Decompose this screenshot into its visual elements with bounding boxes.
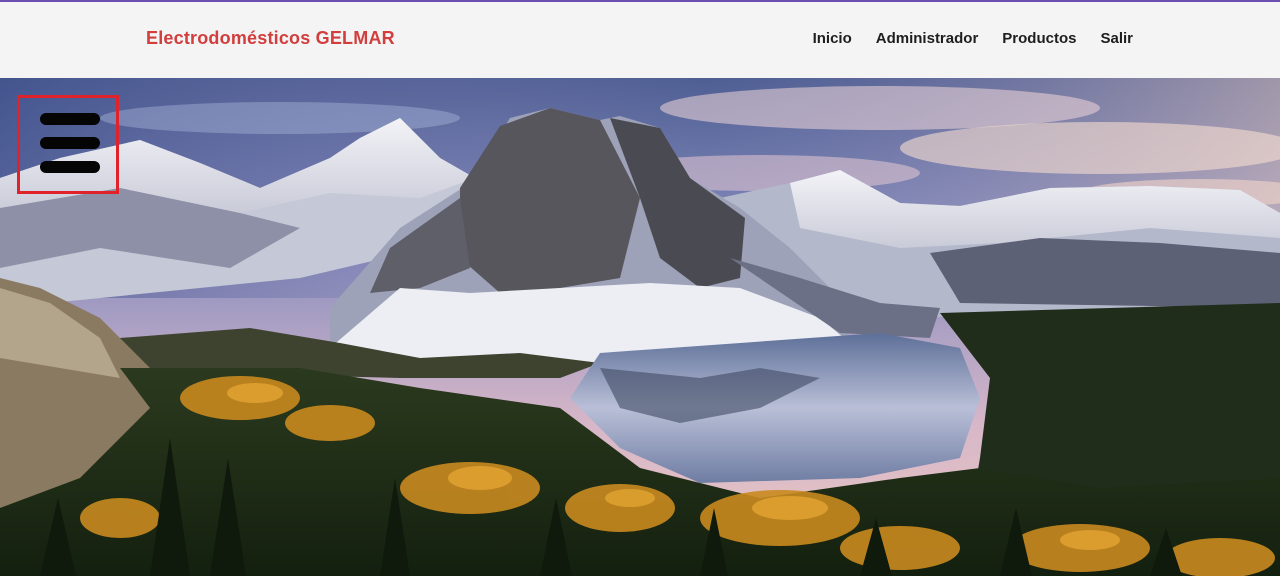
menu-toggle-button[interactable] [17, 95, 119, 194]
mountain-landscape-image [0, 78, 1280, 576]
nav-link-productos[interactable]: Productos [1002, 30, 1076, 47]
nav-link-inicio[interactable]: Inicio [813, 30, 852, 47]
nav-link-salir[interactable]: Salir [1100, 30, 1133, 47]
nav-link-administrador[interactable]: Administrador [876, 30, 979, 47]
brand-logo-link[interactable]: Electrodomésticos GELMAR [146, 28, 395, 49]
navbar: Electrodomésticos GELMAR Inicio Administ… [0, 2, 1280, 78]
main-nav: Inicio Administrador Productos Salir [789, 30, 1133, 47]
hero-image [0, 78, 1280, 576]
